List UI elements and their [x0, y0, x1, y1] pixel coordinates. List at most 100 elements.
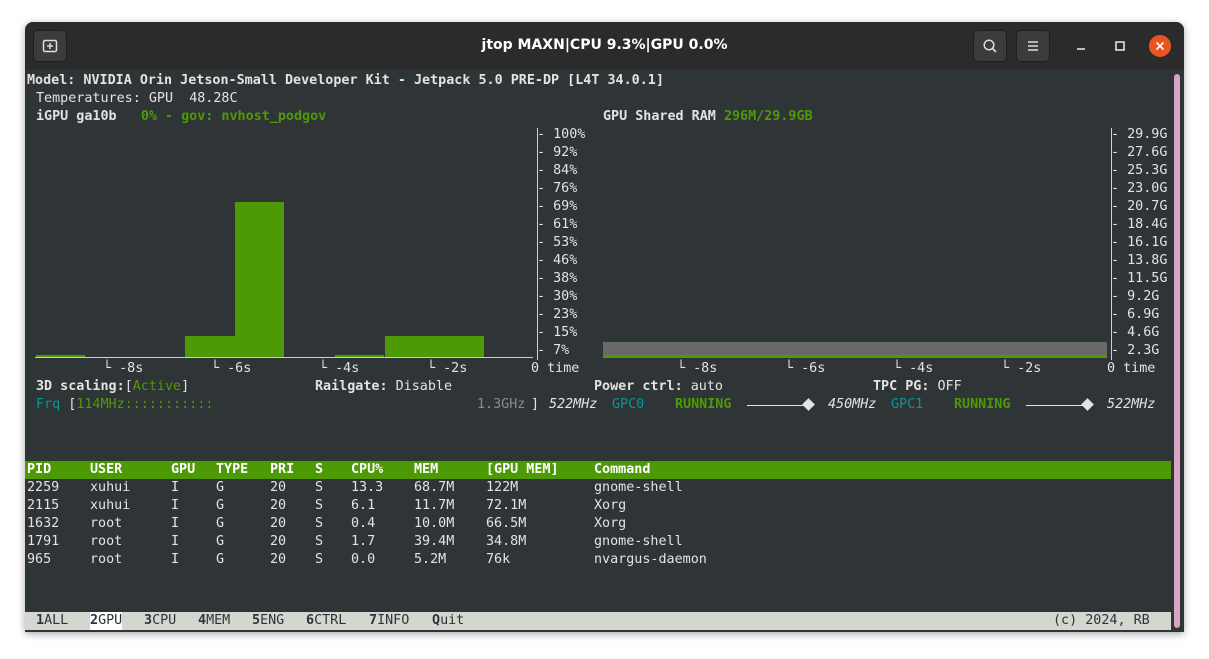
y-tick-label: - 23%: [537, 307, 578, 322]
col-gpu-mem[interactable]: [GPU MEM]: [486, 461, 559, 479]
table-cell: 1791: [27, 534, 60, 549]
menu-tab[interactable]: 6CTRL: [306, 612, 346, 630]
freq-max: 1.3GHz: [477, 397, 526, 412]
minimize-icon[interactable]: [1073, 38, 1089, 54]
model-line: Model: NVIDIA Orin Jetson-Small Develope…: [27, 73, 664, 88]
menu-label: ALL: [44, 613, 69, 628]
y-tick-label: - 23.0G: [1111, 181, 1168, 196]
table-cell: S: [315, 552, 324, 567]
menu-tab[interactable]: 1ALL: [36, 612, 68, 630]
table-cell: 20: [270, 480, 287, 495]
col-state[interactable]: S: [315, 461, 323, 479]
table-cell: xuhui: [90, 480, 131, 495]
col-cpu[interactable]: CPU%: [351, 461, 383, 479]
y-tick-label: - 29.9G: [1111, 127, 1168, 142]
x-tick-label: └ -2s: [427, 361, 468, 376]
y-tick-label: - 15%: [537, 325, 578, 340]
gpc1-freq: 522MHz: [1107, 397, 1156, 412]
search-button[interactable]: [973, 30, 1007, 62]
menu-label: MEM: [206, 613, 231, 628]
table-cell: S: [315, 534, 324, 549]
table-cell: nvargus-daemon: [594, 552, 707, 567]
table-cell: 13.3: [351, 480, 384, 495]
table-row[interactable]: 965 root I G 20 S 0.0 5.2M 76k nvargus-daemon: [25, 551, 1171, 569]
table-cell: 1.7: [351, 534, 376, 549]
gpu-name: iGPU ga10b: [36, 109, 117, 124]
table-row[interactable]: 2115 xuhui I G 20 S 6.1 11.7M 72.1M Xorg: [25, 497, 1171, 515]
railgate-status: Railgate: Disable: [315, 378, 452, 396]
menu-label: INFO: [377, 613, 410, 628]
menu-button[interactable]: [1016, 30, 1050, 62]
tpc-label: TPC PG:: [873, 379, 930, 394]
ram-used-line: [603, 355, 1107, 358]
y-tick-label: - 76%: [537, 181, 578, 196]
y-tick-label: - 92%: [537, 145, 578, 160]
y-tick-label: - 100%: [537, 127, 586, 142]
table-row[interactable]: 2259 xuhui I G 20 S 13.3 68.7M 122M gnome-shell: [25, 479, 1171, 497]
gpc0-slider-track: [747, 405, 809, 406]
col-gpu[interactable]: GPU: [171, 461, 195, 479]
menu-key: Q: [432, 613, 441, 628]
menu-tab[interactable]: 5ENG: [252, 612, 284, 630]
freq-current: 114MHz: [76, 397, 125, 412]
freq-end: 522MHz: [549, 397, 598, 412]
ram-label: GPU Shared RAM: [603, 109, 716, 124]
table-row[interactable]: 1791 root I G 20 S 1.7 39.4M 34.8M gnome-shell: [25, 533, 1171, 551]
col-user[interactable]: USER: [90, 461, 122, 479]
table-cell: 1632: [27, 516, 60, 531]
col-command[interactable]: Command: [594, 461, 650, 479]
table-cell: G: [216, 516, 225, 531]
process-table-header: PID USER GPU TYPE PRI S CPU% MEM [GPU ME…: [25, 461, 1171, 479]
table-cell: 5.2M: [414, 552, 447, 567]
bottom-menu-bar: 1ALL 2GPU 3CPU 4MEM 5ENG 6CTRL 7INFO Quit (c) 2…: [25, 612, 1171, 630]
table-cell: 34.8M: [486, 534, 527, 549]
table-cell: Xorg: [594, 516, 627, 531]
x-tick-label: └ -6s: [211, 361, 252, 376]
y-tick-label: - 46%: [537, 253, 578, 268]
col-pri[interactable]: PRI: [270, 461, 294, 479]
scaling-value: Active: [132, 379, 182, 394]
y-tick-label: - 84%: [537, 163, 578, 178]
x-tick-label: └ -8s: [103, 361, 144, 376]
table-cell: 6.1: [351, 498, 376, 513]
table-cell: I: [171, 534, 180, 549]
y-tick-label: - 53%: [537, 235, 578, 250]
table-cell: 39.4M: [414, 534, 455, 549]
table-cell: gnome-shell: [594, 534, 683, 549]
y-tick-label: - 27.6G: [1111, 145, 1168, 160]
x-tick-label: └ -2s: [1001, 361, 1042, 376]
scrollbar-thumb[interactable]: [1174, 74, 1180, 628]
y-tick-label: - 9.2G: [1111, 289, 1160, 304]
menu-tab[interactable]: 2GPU: [90, 612, 123, 630]
col-mem[interactable]: MEM: [414, 461, 438, 479]
table-cell: xuhui: [90, 498, 131, 513]
maximize-icon[interactable]: [1112, 38, 1128, 54]
gpc0-label: GPC0: [612, 397, 645, 412]
table-cell: 20: [270, 552, 287, 567]
col-pid[interactable]: PID: [27, 461, 51, 479]
gpu-usage-bar: [384, 336, 434, 357]
table-cell: 72.1M: [486, 498, 527, 513]
y-tick-label: - 61%: [537, 217, 578, 232]
scrollbar[interactable]: [1171, 70, 1184, 632]
y-tick-label: - 16.1G: [1111, 235, 1168, 250]
table-cell: Xorg: [594, 498, 627, 513]
close-button[interactable]: [1149, 35, 1171, 57]
col-type[interactable]: TYPE: [216, 461, 248, 479]
table-cell: 10.0M: [414, 516, 455, 531]
window-title: jtop MAXN|CPU 9.3%|GPU 0.0%: [481, 37, 728, 53]
menu-tab[interactable]: 7INFO: [369, 612, 409, 630]
table-cell: G: [216, 534, 225, 549]
menu-tab[interactable]: 4MEM: [198, 612, 230, 630]
copyright: (c) 2024, RB: [1053, 613, 1150, 628]
close-icon: [1155, 41, 1165, 51]
table-row[interactable]: 1632 root I G 20 S 0.4 10.0M 66.5M Xorg: [25, 515, 1171, 533]
table-cell: S: [315, 498, 324, 513]
menu-tab[interactable]: 3CPU: [144, 612, 176, 630]
table-cell: G: [216, 552, 225, 567]
scaling-label: 3D scaling:: [36, 379, 125, 394]
menu-key: 3: [144, 613, 153, 628]
y-tick-label: - 25.3G: [1111, 163, 1168, 178]
menu-tab[interactable]: Quit: [432, 612, 464, 630]
ram-panel-header: GPU Shared RAM 296M/29.9GB: [603, 108, 813, 126]
